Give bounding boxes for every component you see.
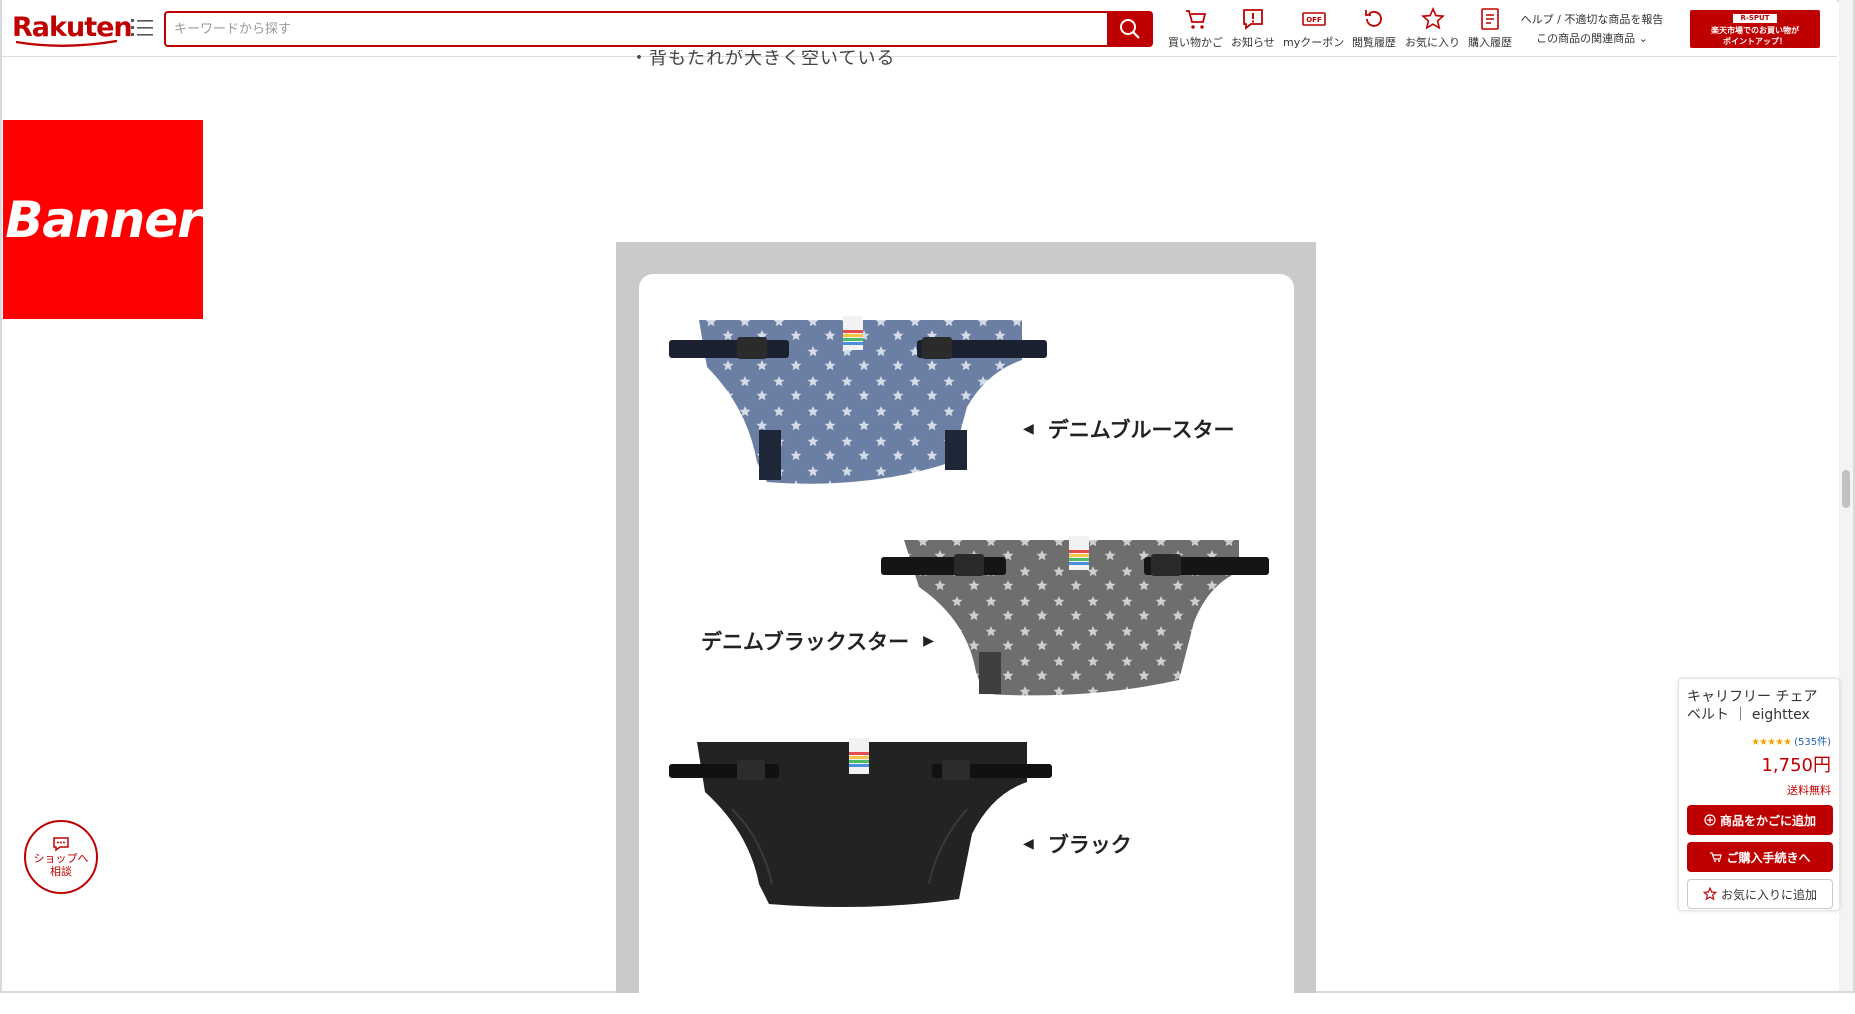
arrow-right-icon: ▶ — [923, 633, 934, 649]
variant-label-denim-blue: ◀ デニムブルースター — [1023, 414, 1234, 444]
history-icon — [1365, 10, 1382, 27]
arrow-left-icon: ◀ — [1023, 421, 1034, 437]
product-title[interactable]: キャリフリー チェアベルト ｜ eighttex 国… — [1687, 688, 1831, 724]
nav-purchase-history-label: 購入履歴 — [1468, 36, 1512, 49]
checkout-button[interactable]: ご購入手続きへ — [1687, 842, 1833, 872]
star-icon — [1420, 7, 1445, 30]
notice-icon — [1242, 9, 1263, 30]
rating-stars: ★★★★★ — [1751, 737, 1792, 748]
help-links: ヘルプ / 不適切な商品を報告 この商品の関連商品 ⌄ — [1512, 10, 1672, 48]
add-to-favorites-label: お気に入りに追加 — [1720, 887, 1817, 902]
related-products-label: この商品の関連商品 — [1536, 32, 1636, 45]
chat-bubble-icon — [53, 837, 69, 852]
product-image-panel: ◀ デニムブルースター デニムブラックスター ▶ ◀ ブラック — [616, 242, 1316, 1014]
scroll-thumb[interactable] — [1842, 470, 1850, 508]
variant-label-denim-black: デニムブラックスター ▶ — [701, 626, 934, 656]
add-to-favorites-button[interactable]: お気に入りに追加 — [1687, 879, 1833, 909]
search-bar — [164, 11, 1153, 47]
shop-chat-button[interactable]: ショップへ 相談 — [24, 820, 98, 894]
arrow-left-icon: ◀ — [1023, 836, 1034, 852]
menu-icon[interactable] — [130, 16, 154, 38]
product-rating[interactable]: ★★★★★ (535件) — [1687, 733, 1831, 748]
nav-favorites[interactable]: お気に入り — [1405, 7, 1460, 51]
variant-name: デニムブラックスター — [701, 630, 910, 654]
review-count: (535件) — [1794, 737, 1831, 748]
cart-icon — [1185, 10, 1206, 29]
coupon-icon: OFF — [1301, 12, 1326, 26]
rakuten-logo[interactable]: Rakuten — [12, 12, 133, 43]
nav-coupon[interactable]: OFF myクーポン — [1283, 7, 1344, 51]
product-price: 1,750円 — [1761, 755, 1831, 776]
nav-cart-label: 買い物かご — [1168, 36, 1223, 49]
help-link[interactable]: ヘルプ / 不適切な商品を報告 — [1512, 10, 1672, 29]
add-to-cart-label: 商品をかごに追加 — [1719, 813, 1816, 828]
chat-label-1: ショップへ — [33, 852, 89, 865]
related-products-link[interactable]: この商品の関連商品 ⌄ — [1512, 29, 1672, 48]
chevron-down-icon: ⌄ — [1638, 32, 1648, 45]
cart-icon — [1710, 852, 1723, 862]
banner-text: Banner — [5, 190, 202, 249]
purchase-history-icon — [1481, 8, 1499, 30]
search-input[interactable] — [174, 17, 1104, 41]
svg-text:OFF: OFF — [1306, 16, 1322, 24]
belt-denim-black-star-image — [881, 536, 1269, 696]
page-scrollbar[interactable] — [1839, 0, 1853, 991]
shipping-badge: 送料無料 — [1787, 784, 1831, 797]
ad-banner[interactable]: Banner — [3, 120, 203, 319]
site-header: Rakuten 買い物かご お知らせ — [2, 0, 1837, 57]
sput-banner[interactable]: R-SPUT 楽天市場でのお買い物が ポイントアップ！ — [1690, 10, 1820, 48]
logo-swoosh — [15, 40, 118, 47]
add-to-cart-button[interactable]: 商品をかごに追加 — [1687, 805, 1833, 835]
belt-denim-blue-star-image — [669, 316, 1047, 484]
search-button[interactable] — [1107, 11, 1153, 47]
nav-history[interactable]: 閲覧履歴 — [1352, 7, 1396, 51]
search-icon — [1120, 19, 1140, 39]
plus-circle-icon — [1704, 814, 1716, 826]
chat-label-2: 相談 — [50, 865, 72, 878]
nav-history-label: 閲覧履歴 — [1352, 36, 1396, 49]
nav-notice[interactable]: お知らせ — [1231, 7, 1275, 51]
floating-purchase-widget: キャリフリー チェアベルト ｜ eighttex 国… ★★★★★ (535件)… — [1678, 678, 1840, 911]
checkout-label: ご購入手続きへ — [1726, 850, 1811, 865]
belt-black-image — [669, 738, 1052, 908]
variant-name: デニムブルースター — [1047, 418, 1235, 442]
sput-logo: R-SPUT — [1732, 14, 1778, 23]
product-color-card: ◀ デニムブルースター デニムブラックスター ▶ ◀ ブラック — [639, 274, 1294, 1014]
nav-cart[interactable]: 買い物かご — [1168, 7, 1223, 51]
nav-coupon-label: myクーポン — [1283, 36, 1345, 49]
star-icon — [1702, 887, 1717, 901]
nav-notice-label: お知らせ — [1231, 36, 1275, 49]
sput-line1: 楽天市場でのお買い物が — [1711, 26, 1799, 35]
variant-name: ブラック — [1047, 833, 1132, 857]
sput-line2: ポイントアップ！ — [1723, 37, 1787, 46]
variant-label-black: ◀ ブラック — [1023, 829, 1132, 859]
nav-favorites-label: お気に入り — [1405, 36, 1460, 49]
nav-purchase-history[interactable]: 購入履歴 — [1468, 7, 1512, 51]
